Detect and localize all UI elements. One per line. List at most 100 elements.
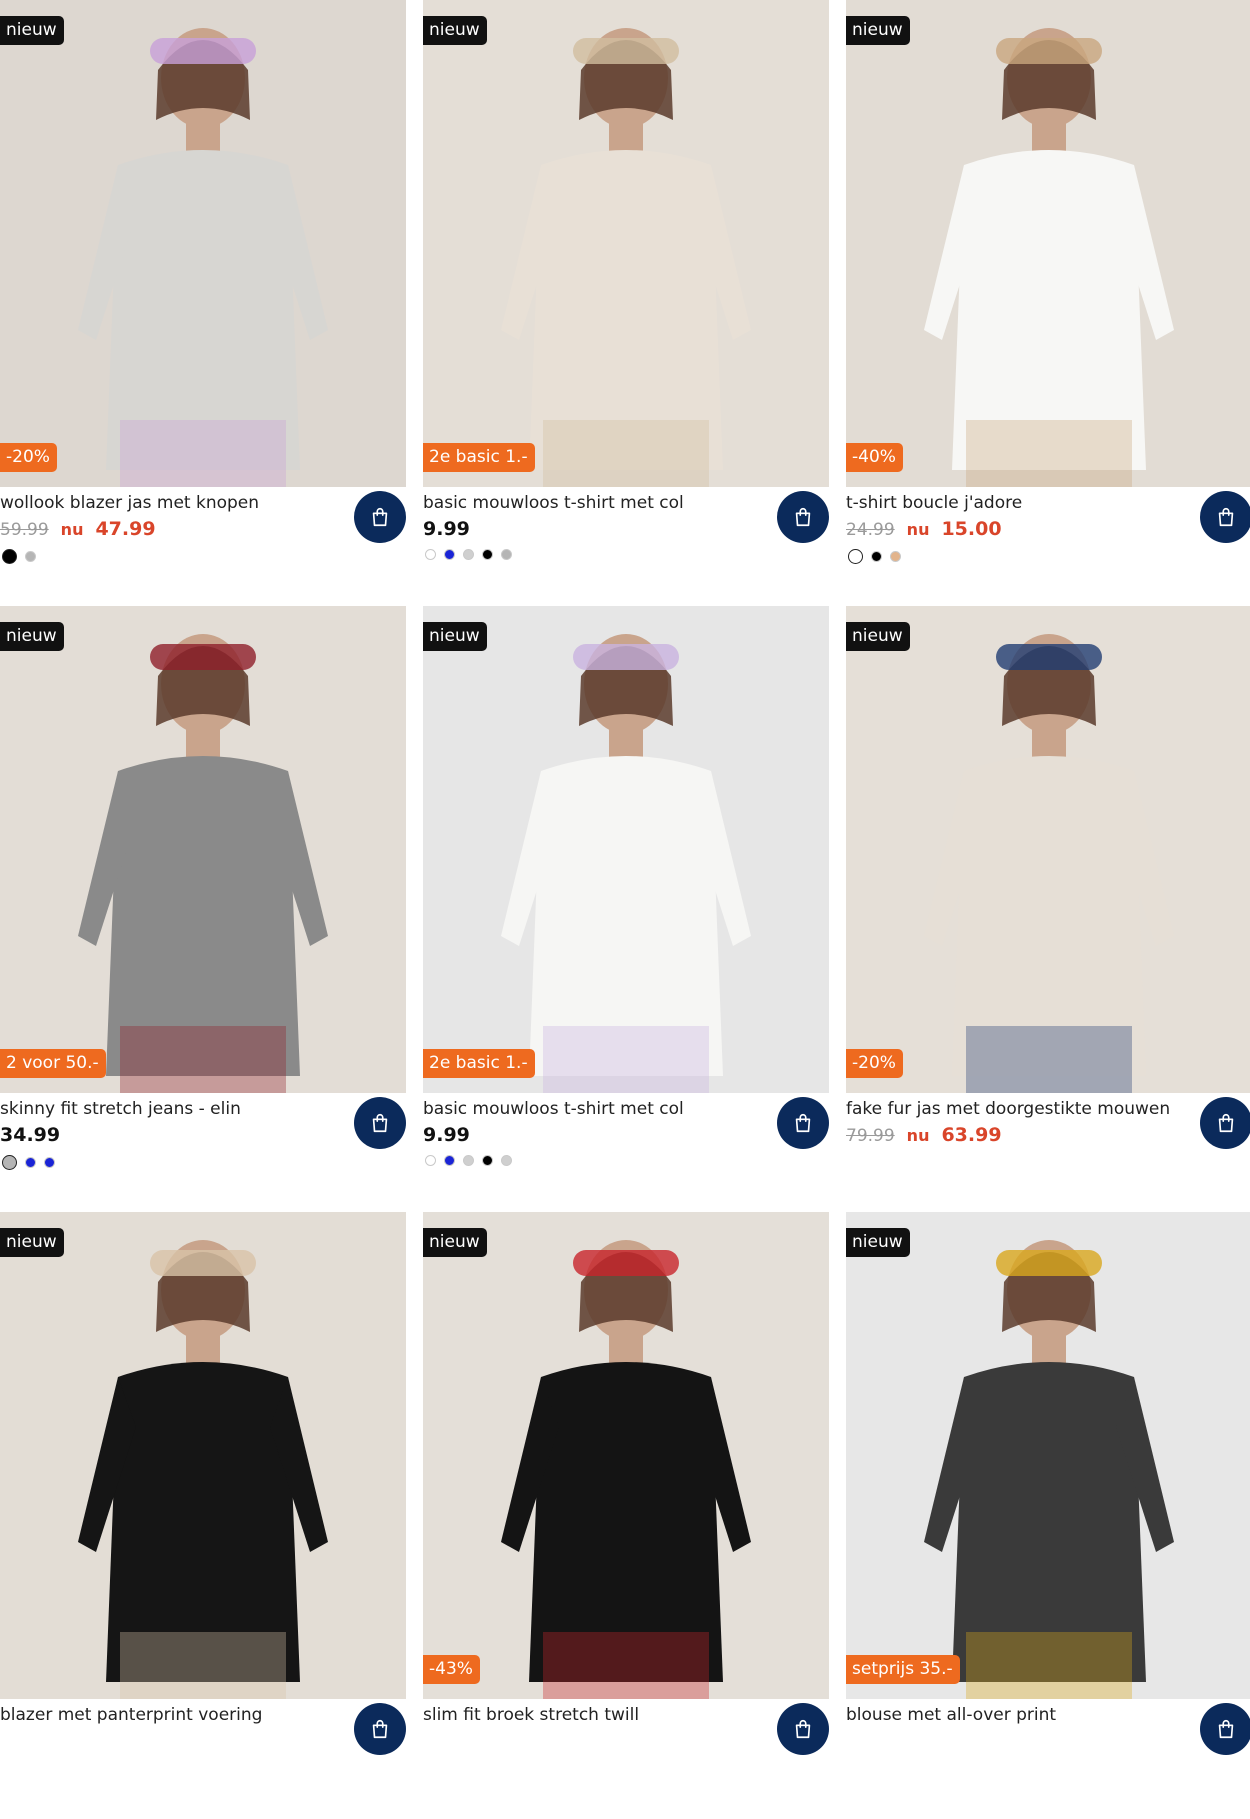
new-badge: nieuw [423, 622, 487, 651]
shopping-bag-icon [372, 1719, 388, 1739]
product-image[interactable]: nieuw [0, 1212, 406, 1699]
product-title[interactable]: blazer met panterprint voering [0, 1704, 262, 1726]
color-swatch[interactable] [482, 1155, 493, 1166]
product-info: t-shirt boucle j'adore 24.99 nu 15.00 [846, 487, 1250, 607]
product-image[interactable]: nieuw 2e basic 1.- [423, 0, 829, 487]
color-swatch[interactable] [2, 1155, 17, 1170]
product-title[interactable]: blouse met all-over print [846, 1704, 1056, 1726]
new-badge: nieuw [0, 622, 64, 651]
color-swatch[interactable] [463, 1155, 474, 1166]
product-title[interactable]: wollook blazer jas met knopen [0, 492, 259, 514]
add-to-cart-button[interactable] [1200, 1703, 1250, 1755]
color-swatch[interactable] [501, 549, 512, 560]
color-swatches [2, 1155, 55, 1170]
add-to-cart-button[interactable] [777, 1097, 829, 1149]
color-swatch[interactable] [848, 549, 863, 564]
product-image[interactable]: nieuw 2e basic 1.- [423, 606, 829, 1093]
promo-badge: 2e basic 1.- [423, 443, 535, 472]
price: 9.99 [423, 1124, 470, 1146]
new-badge: nieuw [423, 16, 487, 45]
new-badge: nieuw [846, 622, 910, 651]
new-badge: nieuw [846, 16, 910, 45]
product-info: slim fit broek stretch twill [423, 1699, 829, 1819]
color-swatch[interactable] [425, 1155, 436, 1166]
add-to-cart-button[interactable] [354, 1703, 406, 1755]
price-row: 9.99 [423, 1124, 470, 1146]
product-title[interactable]: skinny fit stretch jeans - elin [0, 1098, 241, 1120]
product-image[interactable]: nieuw -43% [423, 1212, 829, 1699]
new-badge: nieuw [0, 16, 64, 45]
new-badge: nieuw [0, 1228, 64, 1257]
model-photo [0, 606, 406, 1093]
product-title[interactable]: basic mouwloos t-shirt met col [423, 1098, 684, 1120]
color-swatches [425, 1155, 512, 1166]
color-swatch[interactable] [444, 549, 455, 560]
product-image[interactable]: nieuw -20% [0, 0, 406, 487]
now-label: nu [906, 520, 930, 539]
product-card[interactable]: nieuw -20% wollook blazer jas met knopen… [0, 0, 406, 607]
shopping-bag-icon [1218, 1113, 1234, 1133]
product-info: blazer met panterprint voering [0, 1699, 406, 1819]
product-image[interactable]: nieuw -20% [846, 606, 1250, 1093]
product-info: fake fur jas met doorgestikte mouwen 79.… [846, 1093, 1250, 1213]
product-info: wollook blazer jas met knopen 59.99 nu 4… [0, 487, 406, 607]
now-label: nu [60, 520, 84, 539]
model-photo [846, 1212, 1250, 1699]
color-swatch[interactable] [890, 551, 901, 562]
product-card[interactable]: nieuw -43% slim fit broek stretch twill [423, 1212, 829, 1819]
product-card[interactable]: nieuw 2 voor 50.- skinny fit stretch jea… [0, 606, 406, 1213]
product-image[interactable]: nieuw setprijs 35.- [846, 1212, 1250, 1699]
add-to-cart-button[interactable] [354, 491, 406, 543]
shopping-bag-icon [795, 507, 811, 527]
color-swatch[interactable] [871, 551, 882, 562]
product-info: basic mouwloos t-shirt met col 9.99 [423, 487, 829, 607]
product-card[interactable]: nieuw 2e basic 1.- basic mouwloos t-shir… [423, 606, 829, 1213]
model-photo [0, 1212, 406, 1699]
new-badge: nieuw [423, 1228, 487, 1257]
color-swatch[interactable] [25, 551, 36, 562]
color-swatch[interactable] [44, 1157, 55, 1168]
product-card[interactable]: nieuw blazer met panterprint voering [0, 1212, 406, 1819]
add-to-cart-button[interactable] [1200, 1097, 1250, 1149]
color-swatch[interactable] [444, 1155, 455, 1166]
color-swatch[interactable] [482, 549, 493, 560]
model-photo [423, 606, 829, 1093]
price-row: 24.99 nu 15.00 [846, 518, 1002, 540]
product-card[interactable]: nieuw setprijs 35.- blouse met all-over … [846, 1212, 1250, 1819]
product-title[interactable]: t-shirt boucle j'adore [846, 492, 1022, 514]
product-image[interactable]: nieuw -40% [846, 0, 1250, 487]
shopping-bag-icon [1218, 1719, 1234, 1739]
promo-badge: 2e basic 1.- [423, 1049, 535, 1078]
model-photo [0, 0, 406, 487]
add-to-cart-button[interactable] [1200, 491, 1250, 543]
product-image[interactable]: nieuw 2 voor 50.- [0, 606, 406, 1093]
color-swatch[interactable] [425, 549, 436, 560]
promo-badge: setprijs 35.- [846, 1655, 960, 1684]
sale-price: 63.99 [941, 1124, 1002, 1146]
add-to-cart-button[interactable] [777, 491, 829, 543]
add-to-cart-button[interactable] [777, 1703, 829, 1755]
sale-price: 47.99 [95, 518, 156, 540]
promo-badge: -20% [846, 1049, 903, 1078]
product-title[interactable]: fake fur jas met doorgestikte mouwen [846, 1098, 1170, 1120]
color-swatches [425, 549, 512, 560]
sale-price: 15.00 [941, 518, 1002, 540]
product-card[interactable]: nieuw -20% fake fur jas met doorgestikte… [846, 606, 1250, 1213]
price-row: 34.99 [0, 1124, 60, 1146]
price: 34.99 [0, 1124, 61, 1146]
now-label: nu [906, 1126, 930, 1145]
color-swatch[interactable] [2, 549, 17, 564]
product-card[interactable]: nieuw -40% t-shirt boucle j'adore 24.99 … [846, 0, 1250, 607]
product-title[interactable]: slim fit broek stretch twill [423, 1704, 639, 1726]
product-info: basic mouwloos t-shirt met col 9.99 [423, 1093, 829, 1213]
product-card[interactable]: nieuw 2e basic 1.- basic mouwloos t-shir… [423, 0, 829, 607]
color-swatches [848, 549, 901, 564]
color-swatch[interactable] [501, 1155, 512, 1166]
shopping-bag-icon [372, 507, 388, 527]
promo-badge: -40% [846, 443, 903, 472]
color-swatch[interactable] [25, 1157, 36, 1168]
product-title[interactable]: basic mouwloos t-shirt met col [423, 492, 684, 514]
color-swatch[interactable] [463, 549, 474, 560]
model-photo [423, 0, 829, 487]
add-to-cart-button[interactable] [354, 1097, 406, 1149]
